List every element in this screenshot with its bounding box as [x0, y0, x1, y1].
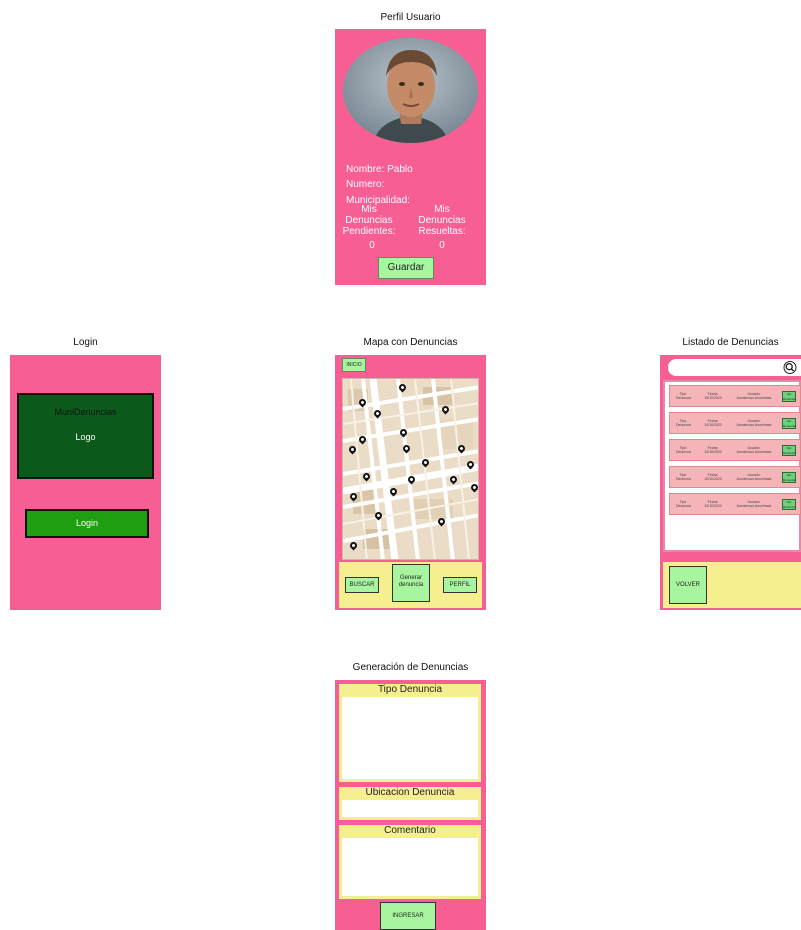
- row-usuario: Usuario: Anonimous Anonimato: [736, 419, 772, 427]
- row-tipo: Tipo Denuncia: [676, 446, 691, 454]
- list-item[interactable]: Tipo Denuncia Fecha: 10/10/2022 Usuario:…: [669, 412, 801, 434]
- login-title: Login: [73, 337, 98, 348]
- nombre-label: Nombre: Pablo: [346, 164, 413, 175]
- listado-bottom-bar: VOLVER: [663, 562, 801, 608]
- row-fecha: Fecha: 10/10/2022: [704, 500, 722, 508]
- perfil-frame: Nombre: Pablo Numero: Municipalidad: Mis…: [335, 29, 486, 285]
- ver-denuncia-button[interactable]: Ver Denuncia: [782, 472, 796, 483]
- row-fecha: Fecha: 10/10/2022: [704, 392, 722, 400]
- generacion-title: Generación de Denuncias: [352, 662, 469, 673]
- row-fecha: Fecha: 10/10/2022: [704, 419, 722, 427]
- listado-frame: Tipo Denuncia Fecha: 10/10/2022 Usuario:…: [660, 355, 801, 610]
- row-usuario: Usuario: Anonimous Anonimato: [736, 446, 772, 454]
- row-usuario: Usuario: Anonimous Anonimato: [736, 392, 772, 400]
- listado-title: Listado de Denuncias: [682, 337, 779, 348]
- ubicacion-denuncia-input[interactable]: [339, 797, 481, 820]
- buscar-button[interactable]: BUSCAR: [345, 577, 379, 593]
- row-fecha: Fecha: 10/10/2022: [704, 446, 722, 454]
- resueltas-value: 0: [439, 240, 445, 251]
- row-usuario: Usuario: Anonimous Anonimato: [736, 473, 772, 481]
- row-tipo: Tipo Denuncia: [676, 473, 691, 481]
- list-item[interactable]: Tipo Denuncia Fecha: 10/10/2022 Usuario:…: [669, 385, 801, 407]
- list-item[interactable]: Tipo Denuncia Fecha: 10/10/2022 Usuario:…: [669, 493, 801, 515]
- row-usuario: Usuario: Anonimous Anonimato: [736, 500, 772, 508]
- tipo-denuncia-input[interactable]: [339, 694, 481, 782]
- row-tipo: Tipo Denuncia: [676, 392, 691, 400]
- city-map[interactable]: [342, 378, 479, 560]
- logo-text: Logo: [75, 432, 96, 442]
- logo-box: MuniDenuncias Logo: [17, 393, 154, 479]
- ver-denuncia-button[interactable]: Ver Denuncia: [782, 418, 796, 429]
- denuncias-list: Tipo Denuncia Fecha: 10/10/2022 Usuario:…: [663, 380, 801, 552]
- pendientes-value: 0: [369, 240, 375, 251]
- resueltas-label: Mis Denuncias Resueltas:: [418, 204, 466, 237]
- guardar-button[interactable]: Guardar: [378, 257, 434, 279]
- login-frame: MuniDenuncias Logo Login: [10, 355, 161, 610]
- pendientes-label: Mis Denuncias Pendientes:: [342, 204, 396, 237]
- user-avatar: [343, 38, 478, 143]
- search-bar[interactable]: [668, 359, 801, 376]
- mapa-title: Mapa con Denuncias: [363, 337, 458, 348]
- ver-denuncia-button[interactable]: Ver Denuncia: [782, 499, 796, 510]
- numero-label: Numero:: [346, 179, 385, 190]
- generacion-frame: Tipo Denuncia Ubicacion Denuncia Comenta…: [335, 680, 486, 930]
- ver-denuncia-button[interactable]: Ver Denuncia: [782, 445, 796, 456]
- inicio-button[interactable]: INICIO: [342, 358, 366, 372]
- generar-denuncia-button[interactable]: Generar denuncia: [392, 564, 430, 602]
- list-item[interactable]: Tipo Denuncia Fecha: 10/10/2022 Usuario:…: [669, 439, 801, 461]
- login-button[interactable]: Login: [25, 509, 149, 538]
- row-tipo: Tipo Denuncia: [676, 419, 691, 427]
- row-tipo: Tipo Denuncia: [676, 500, 691, 508]
- ver-denuncia-button[interactable]: Ver Denuncia: [782, 391, 796, 402]
- mapa-bottom-bar: BUSCAR Generar denuncia PERFIL: [339, 562, 482, 608]
- comentario-input[interactable]: [339, 835, 481, 899]
- row-fecha: Fecha: 10/10/2022: [704, 473, 722, 481]
- app-name: MuniDenuncias: [54, 407, 117, 417]
- perfil-button[interactable]: PERFIL: [443, 577, 477, 593]
- mapa-frame: INICIO BUSCAR Generar denuncia PERFIL: [335, 355, 486, 610]
- ingresar-button[interactable]: INGRESAR: [380, 902, 436, 930]
- list-item[interactable]: Tipo Denuncia Fecha: 10/10/2022 Usuario:…: [669, 466, 801, 488]
- volver-button[interactable]: VOLVER: [669, 566, 707, 604]
- search-icon[interactable]: [783, 361, 797, 374]
- perfil-title: Perfil Usuario: [380, 12, 441, 23]
